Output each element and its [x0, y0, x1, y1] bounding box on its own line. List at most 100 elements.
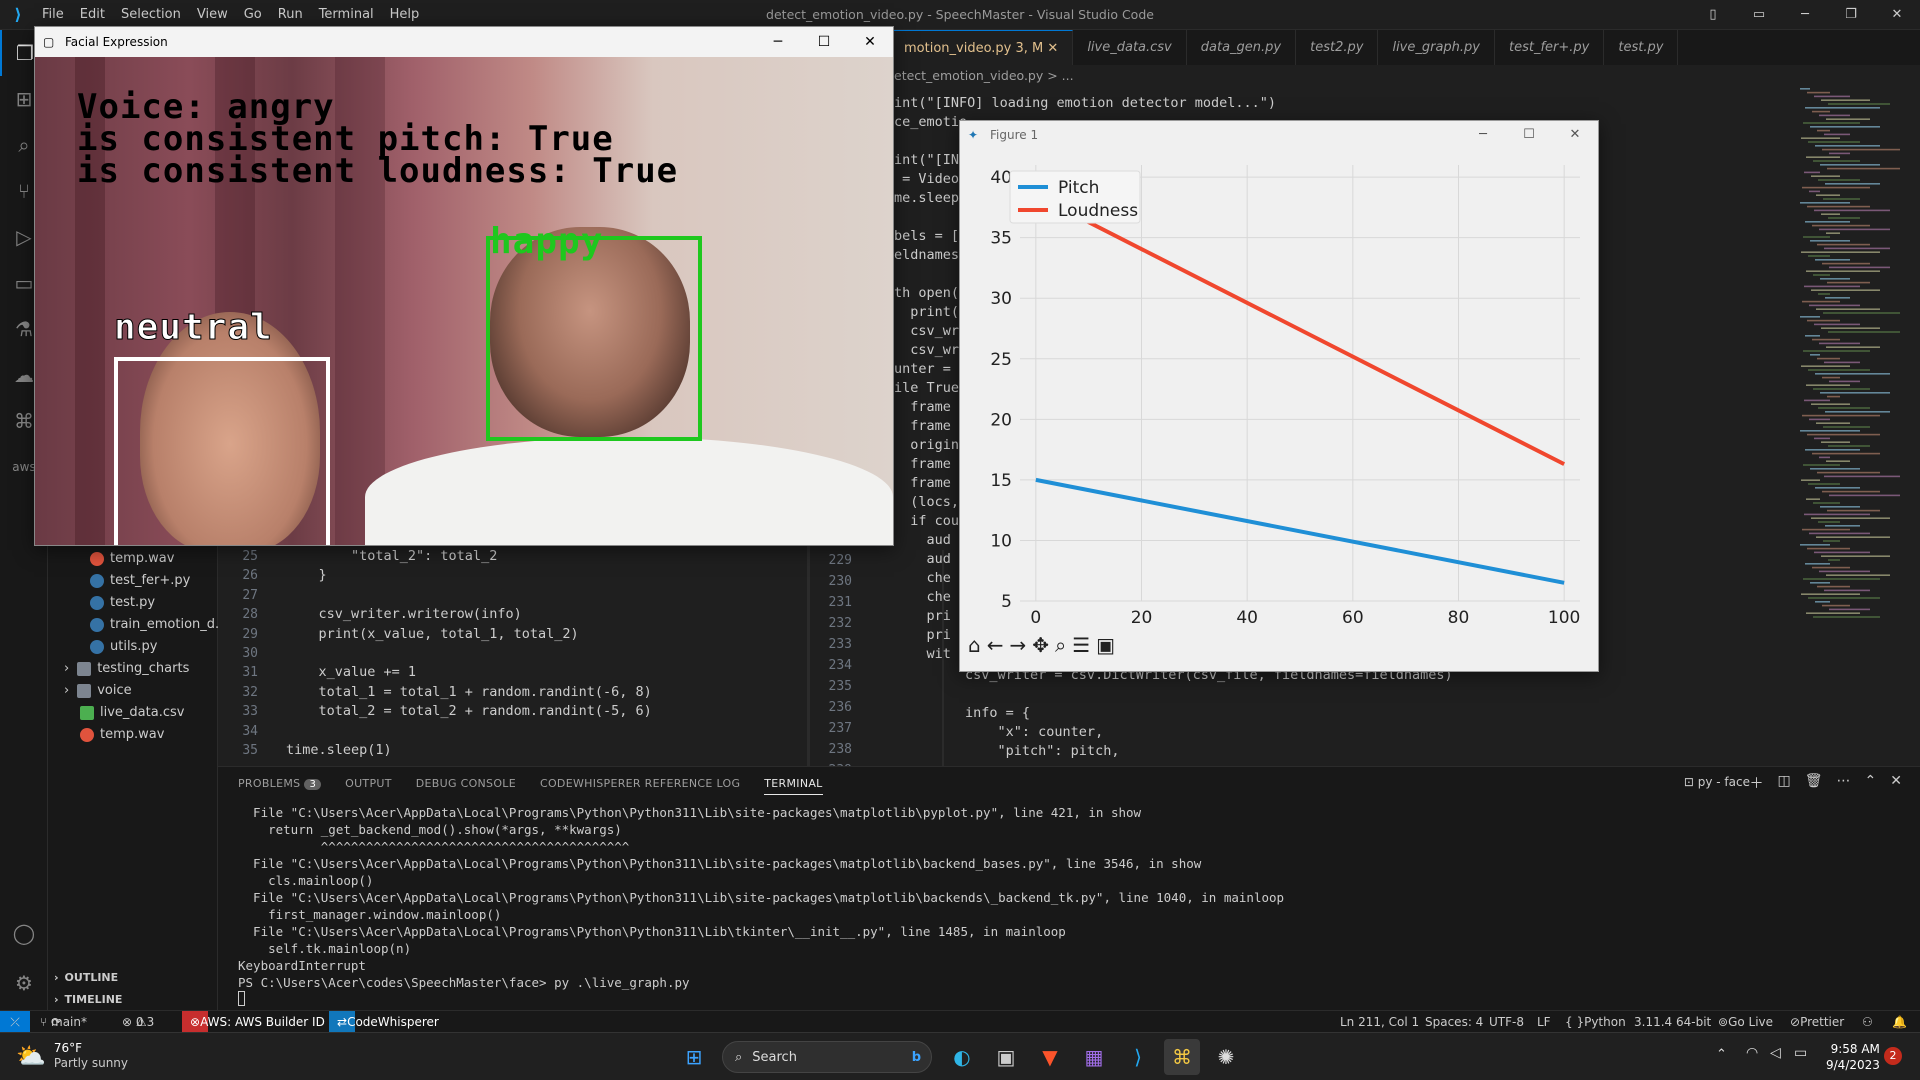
close-button[interactable]: ✕: [847, 27, 893, 57]
notification-badge[interactable]: 2: [1884, 1047, 1902, 1065]
remote-indicator-icon[interactable]: ⤫: [0, 1011, 30, 1032]
matplotlib-figure-window[interactable]: ✦ Figure 1 ─ ☐ ✕ 0 20 40 60 80 100 5 10 15 20 25 30…: [959, 120, 1599, 672]
battery-icon[interactable]: ▭: [1794, 1045, 1807, 1061]
trash-icon[interactable]: 🗑: [1805, 773, 1823, 793]
code-line[interactable]: "total_2": total_2: [286, 547, 497, 566]
app-taskbar-icon[interactable]: ✺: [1208, 1039, 1244, 1075]
brave-icon[interactable]: ▼: [1032, 1039, 1068, 1075]
save-icon[interactable]: ▣: [1096, 633, 1115, 657]
code-line[interactable]: if coun: [894, 512, 967, 531]
tab-data-gen[interactable]: data_gen.py: [1187, 30, 1297, 65]
start-button[interactable]: ⊞: [676, 1039, 712, 1075]
code-line[interactable]: frame =: [894, 398, 967, 417]
tab-test2[interactable]: test2.py: [1296, 30, 1379, 65]
code-line[interactable]: }: [286, 566, 327, 585]
terminal-selector[interactable]: ⊡ py - face: [1684, 775, 1750, 789]
python-taskbar-icon[interactable]: ⌘: [1164, 1039, 1200, 1075]
menu-terminal[interactable]: Terminal: [311, 7, 382, 22]
menu-file[interactable]: File: [34, 7, 72, 22]
notifications-bell-icon[interactable]: 🔔: [1892, 1011, 1907, 1033]
code-line[interactable]: ile True:: [894, 379, 967, 398]
split-terminal-icon[interactable]: ◫: [1778, 773, 1791, 793]
file-item[interactable]: test.py: [90, 592, 155, 614]
back-arrow-icon[interactable]: ←: [987, 633, 1004, 657]
panel-toggle-icon[interactable]: ▭: [1736, 0, 1782, 30]
minimize-button[interactable]: ─: [1782, 0, 1828, 30]
file-item[interactable]: test_fer+.py: [90, 570, 190, 592]
more-actions-icon[interactable]: ⋯: [1837, 773, 1851, 793]
close-tab-icon[interactable]: ✕: [1047, 41, 1058, 56]
code-line[interactable]: frame =: [894, 455, 967, 474]
code-line[interactable]: ce_emotio: [894, 113, 967, 132]
taskbar-search[interactable]: ⌕ Search b: [722, 1041, 932, 1073]
maximize-button[interactable]: ☐: [801, 27, 847, 57]
file-item[interactable]: utils.py: [90, 636, 157, 658]
code-line[interactable]: bels = [": [894, 227, 967, 246]
weather-widget[interactable]: ⛅ 76°F Partly sunny: [16, 1041, 128, 1071]
menu-view[interactable]: View: [189, 7, 236, 22]
tab-test-fer[interactable]: test_fer+.py: [1495, 30, 1605, 65]
timeline-section[interactable]: › TIMELINE: [54, 989, 122, 1011]
codewhisperer-status[interactable]: ⇄ CodeWhisperer: [329, 1011, 439, 1032]
problems-indicator[interactable]: ⊗ 0 ⚠ 3: [122, 1011, 154, 1033]
tab-live-data[interactable]: live_data.csv: [1073, 30, 1187, 65]
terminal-app-icon[interactable]: ▣: [988, 1039, 1024, 1075]
settings-gear-icon[interactable]: ⚙: [0, 960, 48, 1006]
tray-overflow-icon[interactable]: ⌃: [1716, 1047, 1727, 1062]
code-line[interactable]: unter = 0: [894, 360, 967, 379]
menu-go[interactable]: Go: [236, 7, 270, 22]
menu-help[interactable]: Help: [382, 7, 428, 22]
clock[interactable]: 9:58 AM 9/4/2023: [1826, 1041, 1880, 1073]
code-line[interactable]: che: [894, 588, 951, 607]
forward-arrow-icon[interactable]: →: [1009, 633, 1026, 657]
code-line[interactable]: time.sleep(1): [286, 741, 392, 760]
minimap[interactable]: [1792, 88, 1902, 648]
code-line[interactable]: (locs,: [894, 493, 959, 512]
folder-item[interactable]: › testing_charts: [64, 658, 189, 680]
face-window-titlebar[interactable]: ▢ Facial Expression ─ ☐ ✕: [35, 27, 893, 57]
home-icon[interactable]: ⌂: [968, 633, 981, 657]
code-line[interactable]: = VideoS: [894, 170, 967, 189]
file-item[interactable]: live_data.csv: [80, 702, 184, 724]
code-line[interactable]: total_2 = total_2 + random.randint(-5, 6…: [286, 702, 652, 721]
file-item[interactable]: temp.wav: [80, 724, 164, 746]
end-of-line[interactable]: LF: [1537, 1011, 1551, 1033]
folder-item[interactable]: › voice: [64, 680, 132, 702]
code-line[interactable]: pri: [894, 626, 951, 645]
code-line[interactable]: wit: [894, 645, 951, 664]
encoding[interactable]: UTF-8: [1489, 1011, 1524, 1033]
new-terminal-icon[interactable]: ＋: [1750, 773, 1764, 793]
code-line[interactable]: frame =: [894, 474, 967, 493]
code-line[interactable]: me.sleep(: [894, 189, 967, 208]
pan-icon[interactable]: ✥: [1032, 633, 1049, 657]
code-line[interactable]: total_1 = total_1 + random.randint(-6, 8…: [286, 683, 652, 702]
code-line[interactable]: print(x_value, total_1, total_2): [286, 625, 579, 644]
cursor-position[interactable]: Ln 211, Col 1: [1340, 1011, 1419, 1033]
code-line[interactable]: csv_wri: [894, 341, 967, 360]
code-line[interactable]: aud: [894, 531, 951, 550]
code-line[interactable]: "pitch": pitch,: [900, 742, 1120, 761]
breadcrumb[interactable]: etect_emotion_video.py > ...: [894, 68, 1074, 83]
wifi-icon[interactable]: ◠: [1746, 1045, 1758, 1061]
branch-indicator[interactable]: ⑂ main* ⟳: [40, 1011, 87, 1033]
tab-codewhisperer-log[interactable]: CODEWHISPERER REFERENCE LOG: [540, 777, 740, 795]
tab-problems[interactable]: PROBLEMS 3: [238, 777, 322, 795]
tab-debug-console[interactable]: DEBUG CONSOLE: [416, 777, 516, 795]
code-line[interactable]: csv_wri: [894, 322, 967, 341]
code-line[interactable]: che: [894, 569, 951, 588]
figure-window-titlebar[interactable]: ✦ Figure 1 ─ ☐ ✕: [960, 121, 1598, 149]
close-button[interactable]: ✕: [1874, 0, 1920, 30]
python-interpreter[interactable]: 3.11.4 64-bit: [1634, 1011, 1711, 1033]
tab-detect-emotion-video[interactable]: motion_video.py 3, M ✕: [890, 30, 1074, 65]
maximize-button[interactable]: ❐: [1828, 0, 1874, 30]
code-line[interactable]: pri: [894, 607, 951, 626]
tab-test[interactable]: test.py: [1604, 30, 1679, 65]
indentation[interactable]: Spaces: 4: [1425, 1011, 1483, 1033]
code-line[interactable]: info = {: [900, 704, 1030, 723]
code-line[interactable]: x_value += 1: [286, 663, 417, 682]
edge-icon[interactable]: ◐: [944, 1039, 980, 1075]
file-item[interactable]: temp.wav: [90, 548, 174, 570]
account-icon[interactable]: ◯: [0, 910, 48, 956]
code-line[interactable]: eldnames: [894, 246, 959, 265]
menu-edit[interactable]: Edit: [72, 7, 113, 22]
